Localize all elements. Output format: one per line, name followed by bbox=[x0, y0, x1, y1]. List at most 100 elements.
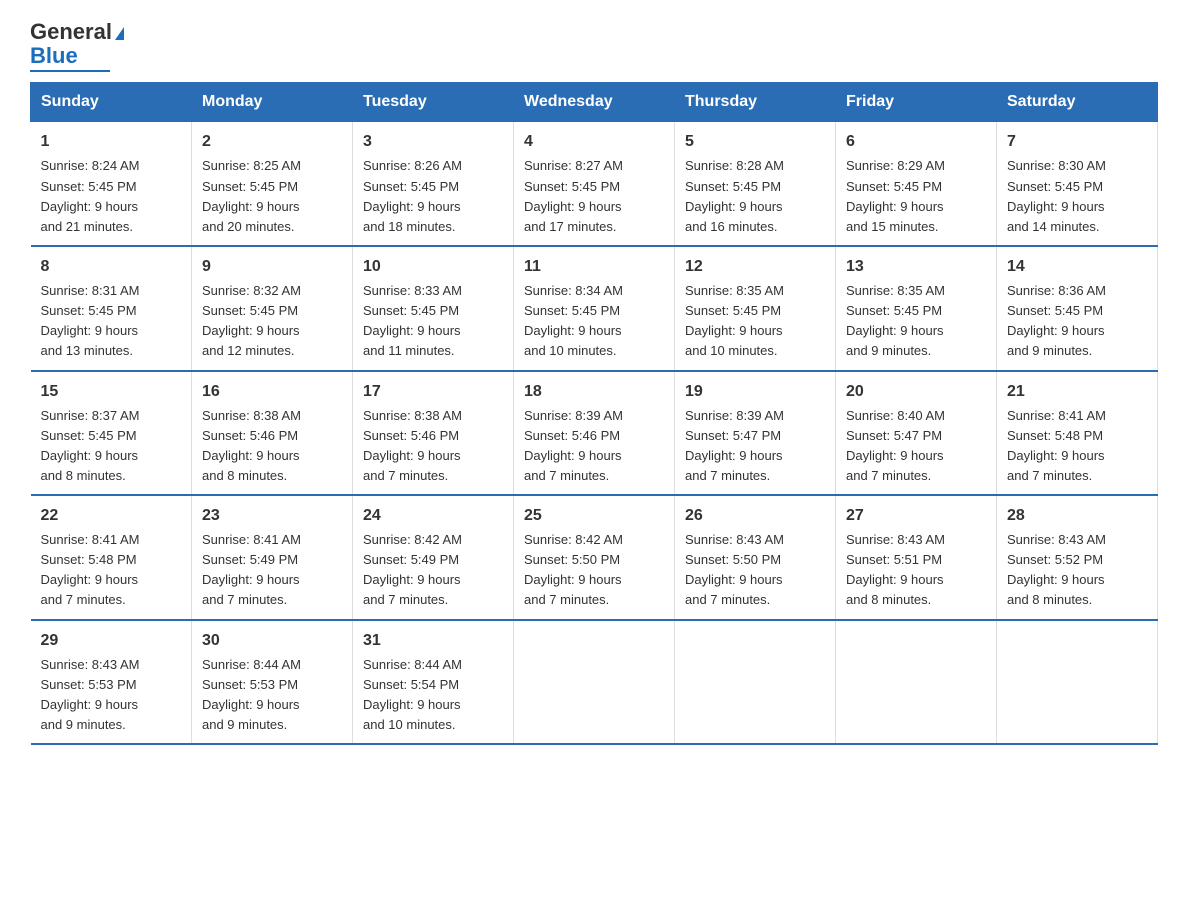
day-info: Sunrise: 8:38 AMSunset: 5:46 PMDaylight:… bbox=[363, 408, 462, 483]
day-info: Sunrise: 8:33 AMSunset: 5:45 PMDaylight:… bbox=[363, 283, 462, 358]
calendar-day-cell: 6 Sunrise: 8:29 AMSunset: 5:45 PMDayligh… bbox=[836, 122, 997, 246]
day-number: 8 bbox=[41, 255, 182, 279]
day-info: Sunrise: 8:27 AMSunset: 5:45 PMDaylight:… bbox=[524, 158, 623, 233]
calendar-day-cell: 19 Sunrise: 8:39 AMSunset: 5:47 PMDaylig… bbox=[675, 371, 836, 496]
day-info: Sunrise: 8:41 AMSunset: 5:48 PMDaylight:… bbox=[41, 532, 140, 607]
calendar-day-cell bbox=[836, 620, 997, 745]
calendar-day-cell: 15 Sunrise: 8:37 AMSunset: 5:45 PMDaylig… bbox=[31, 371, 192, 496]
calendar-week-row: 1 Sunrise: 8:24 AMSunset: 5:45 PMDayligh… bbox=[31, 122, 1158, 246]
day-info: Sunrise: 8:35 AMSunset: 5:45 PMDaylight:… bbox=[685, 283, 784, 358]
calendar-week-row: 15 Sunrise: 8:37 AMSunset: 5:45 PMDaylig… bbox=[31, 371, 1158, 496]
day-number: 20 bbox=[846, 380, 986, 404]
day-number: 22 bbox=[41, 504, 182, 528]
day-number: 30 bbox=[202, 629, 342, 653]
day-info: Sunrise: 8:42 AMSunset: 5:49 PMDaylight:… bbox=[363, 532, 462, 607]
logo-blue: Blue bbox=[30, 43, 78, 68]
day-number: 5 bbox=[685, 130, 825, 154]
day-info: Sunrise: 8:39 AMSunset: 5:47 PMDaylight:… bbox=[685, 408, 784, 483]
day-info: Sunrise: 8:24 AMSunset: 5:45 PMDaylight:… bbox=[41, 158, 140, 233]
calendar-day-cell: 8 Sunrise: 8:31 AMSunset: 5:45 PMDayligh… bbox=[31, 246, 192, 371]
day-info: Sunrise: 8:30 AMSunset: 5:45 PMDaylight:… bbox=[1007, 158, 1106, 233]
calendar-day-header: Tuesday bbox=[353, 83, 514, 122]
day-number: 16 bbox=[202, 380, 342, 404]
day-number: 7 bbox=[1007, 130, 1147, 154]
calendar-week-row: 22 Sunrise: 8:41 AMSunset: 5:48 PMDaylig… bbox=[31, 495, 1158, 620]
day-number: 25 bbox=[524, 504, 664, 528]
day-number: 31 bbox=[363, 629, 503, 653]
day-info: Sunrise: 8:41 AMSunset: 5:48 PMDaylight:… bbox=[1007, 408, 1106, 483]
day-info: Sunrise: 8:26 AMSunset: 5:45 PMDaylight:… bbox=[363, 158, 462, 233]
calendar-day-cell: 4 Sunrise: 8:27 AMSunset: 5:45 PMDayligh… bbox=[514, 122, 675, 246]
calendar-day-cell: 5 Sunrise: 8:28 AMSunset: 5:45 PMDayligh… bbox=[675, 122, 836, 246]
calendar-day-cell: 17 Sunrise: 8:38 AMSunset: 5:46 PMDaylig… bbox=[353, 371, 514, 496]
day-number: 21 bbox=[1007, 380, 1147, 404]
day-info: Sunrise: 8:44 AMSunset: 5:53 PMDaylight:… bbox=[202, 657, 301, 732]
calendar-day-cell bbox=[514, 620, 675, 745]
day-number: 18 bbox=[524, 380, 664, 404]
calendar-day-cell: 29 Sunrise: 8:43 AMSunset: 5:53 PMDaylig… bbox=[31, 620, 192, 745]
day-info: Sunrise: 8:38 AMSunset: 5:46 PMDaylight:… bbox=[202, 408, 301, 483]
day-info: Sunrise: 8:43 AMSunset: 5:51 PMDaylight:… bbox=[846, 532, 945, 607]
calendar-day-cell: 7 Sunrise: 8:30 AMSunset: 5:45 PMDayligh… bbox=[997, 122, 1158, 246]
calendar-day-cell: 23 Sunrise: 8:41 AMSunset: 5:49 PMDaylig… bbox=[192, 495, 353, 620]
page-header: General Blue bbox=[30, 20, 1158, 72]
calendar-day-cell: 31 Sunrise: 8:44 AMSunset: 5:54 PMDaylig… bbox=[353, 620, 514, 745]
day-info: Sunrise: 8:44 AMSunset: 5:54 PMDaylight:… bbox=[363, 657, 462, 732]
calendar-day-header: Saturday bbox=[997, 83, 1158, 122]
day-number: 6 bbox=[846, 130, 986, 154]
calendar-day-cell: 18 Sunrise: 8:39 AMSunset: 5:46 PMDaylig… bbox=[514, 371, 675, 496]
day-number: 2 bbox=[202, 130, 342, 154]
logo: General Blue bbox=[30, 20, 124, 72]
calendar-day-cell: 2 Sunrise: 8:25 AMSunset: 5:45 PMDayligh… bbox=[192, 122, 353, 246]
day-number: 28 bbox=[1007, 504, 1147, 528]
logo-general: General bbox=[30, 19, 112, 44]
day-number: 1 bbox=[41, 130, 182, 154]
day-number: 11 bbox=[524, 255, 664, 279]
calendar-day-cell: 20 Sunrise: 8:40 AMSunset: 5:47 PMDaylig… bbox=[836, 371, 997, 496]
day-number: 19 bbox=[685, 380, 825, 404]
calendar-body: 1 Sunrise: 8:24 AMSunset: 5:45 PMDayligh… bbox=[31, 122, 1158, 744]
calendar-day-cell: 22 Sunrise: 8:41 AMSunset: 5:48 PMDaylig… bbox=[31, 495, 192, 620]
calendar-day-cell: 11 Sunrise: 8:34 AMSunset: 5:45 PMDaylig… bbox=[514, 246, 675, 371]
day-info: Sunrise: 8:42 AMSunset: 5:50 PMDaylight:… bbox=[524, 532, 623, 607]
calendar-day-cell: 21 Sunrise: 8:41 AMSunset: 5:48 PMDaylig… bbox=[997, 371, 1158, 496]
day-info: Sunrise: 8:34 AMSunset: 5:45 PMDaylight:… bbox=[524, 283, 623, 358]
day-info: Sunrise: 8:41 AMSunset: 5:49 PMDaylight:… bbox=[202, 532, 301, 607]
day-info: Sunrise: 8:35 AMSunset: 5:45 PMDaylight:… bbox=[846, 283, 945, 358]
day-info: Sunrise: 8:43 AMSunset: 5:53 PMDaylight:… bbox=[41, 657, 140, 732]
calendar-table: SundayMondayTuesdayWednesdayThursdayFrid… bbox=[30, 82, 1158, 745]
calendar-day-header: Friday bbox=[836, 83, 997, 122]
calendar-day-cell: 10 Sunrise: 8:33 AMSunset: 5:45 PMDaylig… bbox=[353, 246, 514, 371]
day-info: Sunrise: 8:25 AMSunset: 5:45 PMDaylight:… bbox=[202, 158, 301, 233]
calendar-day-cell: 30 Sunrise: 8:44 AMSunset: 5:53 PMDaylig… bbox=[192, 620, 353, 745]
day-number: 14 bbox=[1007, 255, 1147, 279]
calendar-day-cell: 3 Sunrise: 8:26 AMSunset: 5:45 PMDayligh… bbox=[353, 122, 514, 246]
calendar-day-cell bbox=[997, 620, 1158, 745]
logo-underline bbox=[30, 70, 110, 72]
day-number: 15 bbox=[41, 380, 182, 404]
calendar-day-cell: 25 Sunrise: 8:42 AMSunset: 5:50 PMDaylig… bbox=[514, 495, 675, 620]
calendar-day-header: Thursday bbox=[675, 83, 836, 122]
day-number: 23 bbox=[202, 504, 342, 528]
day-info: Sunrise: 8:32 AMSunset: 5:45 PMDaylight:… bbox=[202, 283, 301, 358]
calendar-day-cell: 9 Sunrise: 8:32 AMSunset: 5:45 PMDayligh… bbox=[192, 246, 353, 371]
calendar-day-cell bbox=[675, 620, 836, 745]
day-info: Sunrise: 8:28 AMSunset: 5:45 PMDaylight:… bbox=[685, 158, 784, 233]
calendar-day-cell: 12 Sunrise: 8:35 AMSunset: 5:45 PMDaylig… bbox=[675, 246, 836, 371]
calendar-header-row: SundayMondayTuesdayWednesdayThursdayFrid… bbox=[31, 83, 1158, 122]
calendar-day-header: Sunday bbox=[31, 83, 192, 122]
day-number: 12 bbox=[685, 255, 825, 279]
calendar-day-cell: 13 Sunrise: 8:35 AMSunset: 5:45 PMDaylig… bbox=[836, 246, 997, 371]
day-info: Sunrise: 8:29 AMSunset: 5:45 PMDaylight:… bbox=[846, 158, 945, 233]
calendar-day-cell: 27 Sunrise: 8:43 AMSunset: 5:51 PMDaylig… bbox=[836, 495, 997, 620]
day-number: 3 bbox=[363, 130, 503, 154]
day-info: Sunrise: 8:43 AMSunset: 5:50 PMDaylight:… bbox=[685, 532, 784, 607]
day-info: Sunrise: 8:36 AMSunset: 5:45 PMDaylight:… bbox=[1007, 283, 1106, 358]
day-info: Sunrise: 8:40 AMSunset: 5:47 PMDaylight:… bbox=[846, 408, 945, 483]
day-info: Sunrise: 8:31 AMSunset: 5:45 PMDaylight:… bbox=[41, 283, 140, 358]
calendar-day-cell: 24 Sunrise: 8:42 AMSunset: 5:49 PMDaylig… bbox=[353, 495, 514, 620]
calendar-day-header: Wednesday bbox=[514, 83, 675, 122]
calendar-day-cell: 1 Sunrise: 8:24 AMSunset: 5:45 PMDayligh… bbox=[31, 122, 192, 246]
calendar-day-cell: 26 Sunrise: 8:43 AMSunset: 5:50 PMDaylig… bbox=[675, 495, 836, 620]
day-number: 27 bbox=[846, 504, 986, 528]
